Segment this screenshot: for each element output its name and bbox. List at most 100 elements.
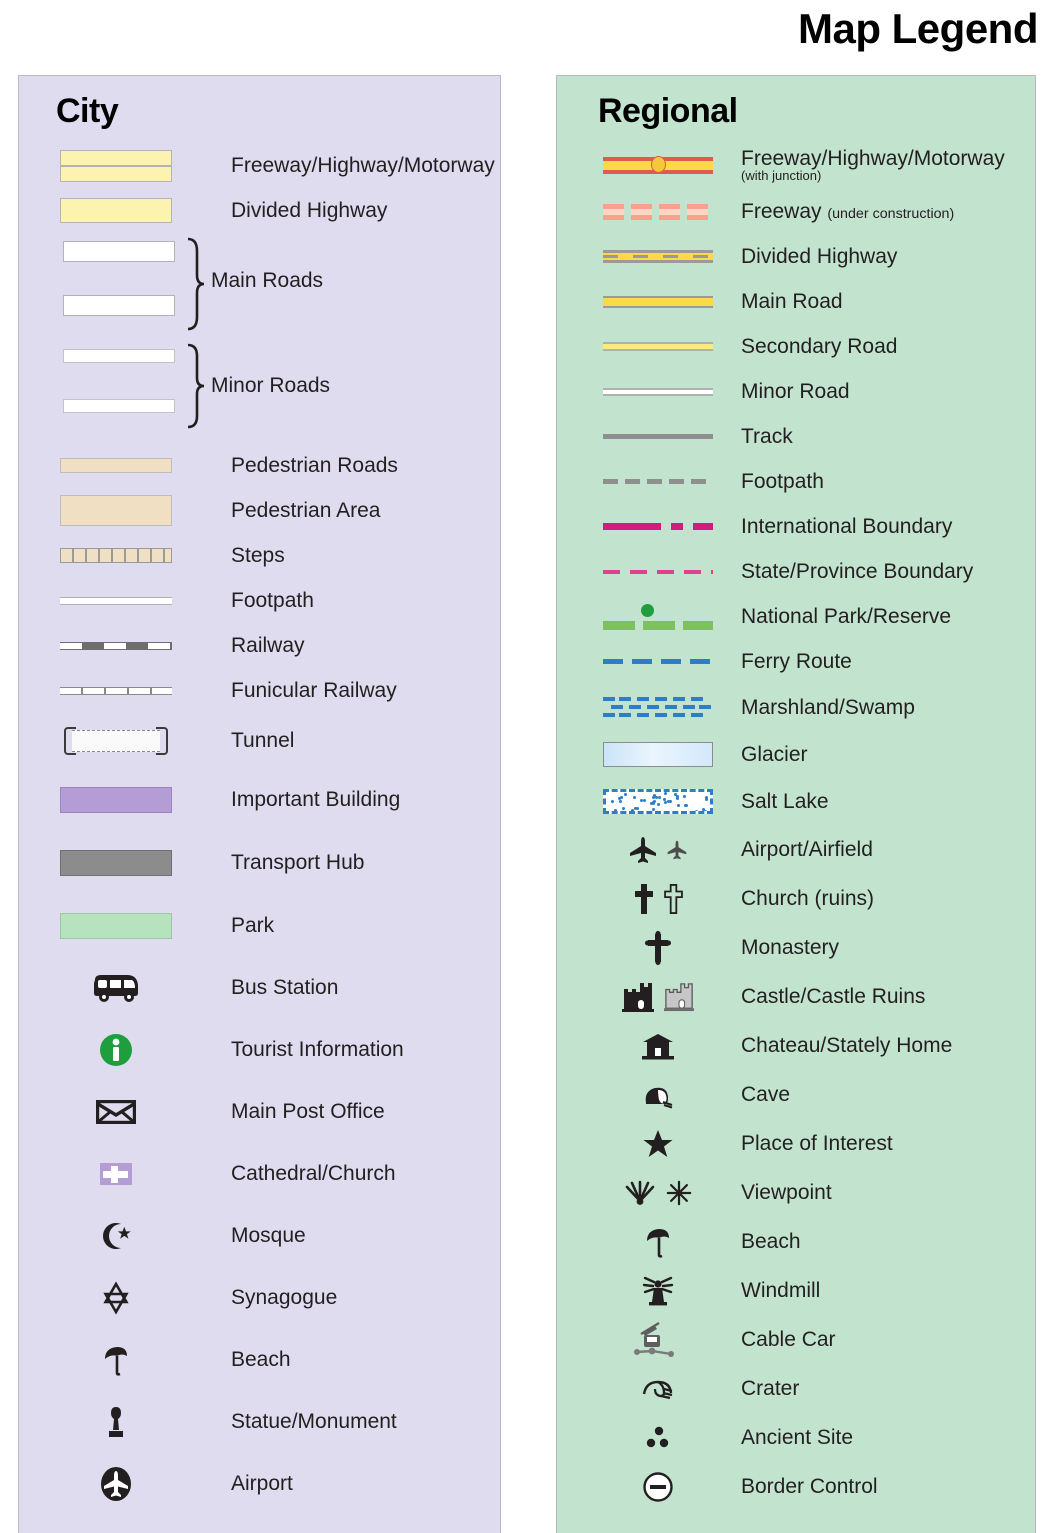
legend-row-railway: Railway	[19, 623, 500, 668]
legend-row-park: Park	[19, 894, 500, 957]
legend-row-castle: Castle/Castle Ruins	[557, 972, 1035, 1021]
legend-label: Divided Highway	[741, 244, 898, 268]
international-boundary-magenta-symbol	[593, 523, 723, 530]
legend-label: Minor Road	[741, 379, 850, 403]
legend-label: Cave	[741, 1082, 791, 1106]
main-roads-brace	[185, 237, 205, 331]
legend-row-mosque: Mosque	[19, 1205, 500, 1267]
windmill-icon	[593, 1274, 723, 1308]
legend-row-beach: Beach	[19, 1329, 500, 1391]
legend-label: Tourist Information	[231, 1038, 404, 1061]
regional-panel-heading: Regional	[598, 92, 738, 130]
state-boundary-pink-dashed-symbol	[593, 569, 723, 574]
viewpoint-pair-icon	[593, 1180, 723, 1206]
funicular-ticked-symbol	[41, 686, 191, 695]
legend-label: Transport Hub	[231, 850, 365, 874]
star-icon	[593, 1129, 723, 1158]
legend-label: Border Control	[741, 1474, 878, 1498]
minor-road-sample-narrow	[63, 399, 175, 413]
legend-row-statue-monument: Statue/Monument	[19, 1391, 500, 1453]
legend-label: Pedestrian Roads	[231, 453, 398, 477]
legend-row-minor-road: Minor Road	[557, 369, 1035, 414]
legend-label: Freeway	[741, 199, 822, 223]
legend-row-place-of-interest: Place of Interest	[557, 1119, 1035, 1168]
transport-hub-grey-symbol	[41, 849, 191, 876]
freeway-red-junction-symbol	[593, 156, 723, 174]
legend-label: Main Post Office	[231, 1100, 385, 1123]
legend-label: Mosque	[231, 1224, 306, 1247]
legend-label: Beach	[231, 1348, 291, 1371]
legend-label: State/Province Boundary	[741, 559, 974, 583]
legend-row-pedestrian-roads: Pedestrian Roads	[19, 443, 500, 488]
legend-row-marshland: Marshland/Swamp	[557, 684, 1035, 731]
minor-road-sample-wide	[63, 349, 175, 363]
main-road-yellow-symbol	[593, 295, 723, 308]
legend-label: Statue/Monument	[231, 1410, 397, 1433]
legend-label: Place of Interest	[741, 1131, 893, 1155]
legend-row-ferry-route: Ferry Route	[557, 639, 1035, 684]
legend-label: Park	[231, 913, 275, 937]
legend-label: Church (ruins)	[741, 886, 875, 910]
envelope-icon	[41, 1099, 191, 1125]
legend-label: Cathedral/Church	[231, 1162, 396, 1185]
cross-pair-icon	[593, 883, 723, 915]
legend-sublabel: (with junction)	[741, 168, 822, 183]
information-icon	[41, 1032, 191, 1068]
legend-row-main-roads: Main Roads	[19, 233, 500, 343]
legend-row-cave: Cave	[557, 1070, 1035, 1119]
legend-row-cathedral-church: Cathedral/Church	[19, 1143, 500, 1205]
airplane-pair-icon	[593, 836, 723, 864]
legend-label: Ferry Route	[741, 649, 852, 673]
border-control-icon	[593, 1471, 723, 1503]
legend-row-tourist-information: Tourist Information	[19, 1019, 500, 1081]
secondary-road-pale-yellow-symbol	[593, 342, 723, 351]
cave-icon	[593, 1081, 723, 1109]
page-title: Map Legend	[797, 5, 1039, 52]
legend-row-freeway-junction: Freeway/Highway/Motorway (with junction)	[557, 141, 1035, 189]
statue-icon	[41, 1405, 191, 1439]
legend-row-crater: Crater	[557, 1364, 1035, 1413]
legend-row-state-boundary: State/Province Boundary	[557, 549, 1035, 594]
legend-row-track: Track	[557, 414, 1035, 459]
divided-highway-yellow-grey-symbol	[593, 250, 723, 263]
legend-row-freeway-under-construction: Freeway (under construction)	[557, 189, 1035, 234]
legend-label: Marshland/Swamp	[741, 695, 915, 719]
steps-hatched-symbol	[41, 548, 191, 563]
parasol-icon	[41, 1343, 191, 1377]
parasol-icon	[593, 1225, 723, 1259]
legend-label: Castle/Castle Ruins	[741, 984, 926, 1008]
legend-label: Railway	[231, 633, 305, 657]
cable-car-icon	[593, 1321, 723, 1359]
legend-row-windmill: Windmill	[557, 1266, 1035, 1315]
footpath-thin-white-symbol	[41, 596, 191, 605]
legend-label: Important Building	[231, 787, 401, 811]
legend-row-cable-car: Cable Car	[557, 1315, 1035, 1364]
minor-road-white-symbol	[593, 387, 723, 396]
legend-label: Steps	[231, 543, 285, 567]
legend-label: Main Road	[741, 289, 843, 313]
main-road-sample-narrow	[63, 295, 175, 316]
freeway-dashed-pink-symbol	[593, 203, 723, 220]
legend-label: Bus Station	[231, 976, 339, 999]
legend-label: Minor Roads	[211, 374, 331, 397]
divided-highway-yellow-symbol	[41, 198, 191, 223]
legend-label: Airport	[231, 1472, 293, 1495]
legend-row-national-park: National Park/Reserve	[557, 594, 1035, 639]
crescent-star-icon	[41, 1220, 191, 1252]
legend-row-steps: Steps	[19, 533, 500, 578]
legend-row-tunnel: Tunnel	[19, 713, 500, 768]
chateau-icon	[593, 1032, 723, 1060]
legend-label: Divided Highway	[231, 198, 388, 222]
legend-label: Synagogue	[231, 1286, 338, 1309]
legend-label: National Park/Reserve	[741, 604, 952, 628]
legend-label: Cable Car	[741, 1327, 836, 1351]
track-solid-grey-symbol	[593, 434, 723, 439]
legend-row-airport: Airport	[19, 1453, 500, 1515]
marshland-blue-dashes-symbol	[593, 695, 723, 721]
legend-label: Ancient Site	[741, 1425, 854, 1449]
legend-row-freeway: Freeway/Highway/Motorway	[19, 143, 500, 188]
legend-label: Secondary Road	[741, 334, 898, 358]
main-road-sample-wide	[63, 241, 175, 262]
legend-row-minor-roads: Minor Roads	[19, 343, 500, 443]
legend-label: Pedestrian Area	[231, 498, 381, 522]
